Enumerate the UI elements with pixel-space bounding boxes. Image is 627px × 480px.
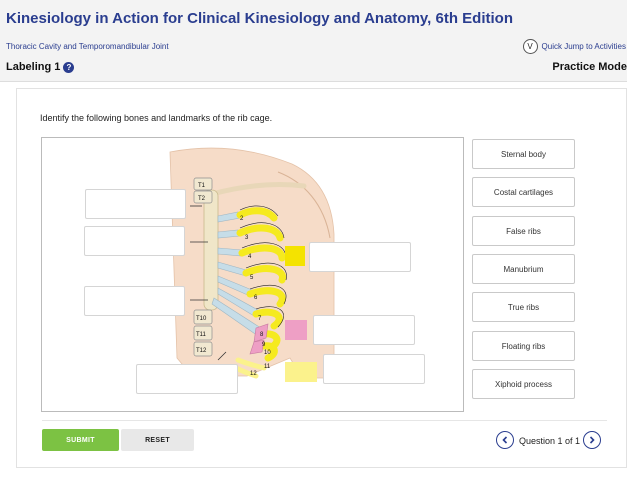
- choice-xiphoid-process[interactable]: Xiphoid process: [472, 369, 575, 399]
- rib-number: 10: [264, 350, 271, 356]
- footer-divider: [42, 420, 607, 421]
- vertebra-label-t10: T10: [196, 316, 207, 322]
- quick-jump-button[interactable]: V Quick Jump to Activities: [522, 39, 626, 54]
- section-title: Labeling 1 ?: [6, 61, 75, 73]
- vertebra-label-t11: T11: [196, 332, 207, 338]
- choice-true-ribs[interactable]: True ribs: [472, 292, 575, 322]
- keyboard-shortcut-badge: V: [522, 39, 538, 54]
- color-key-yellow: [285, 246, 305, 266]
- help-icon[interactable]: ?: [63, 61, 75, 73]
- question-counter: Question 1 of 1: [519, 436, 581, 446]
- drop-zone-5[interactable]: [309, 242, 411, 272]
- choice-false-ribs[interactable]: False ribs: [472, 216, 575, 246]
- quick-jump-label: Quick Jump to Activities: [541, 42, 626, 51]
- drop-zone-6[interactable]: [313, 315, 415, 345]
- drop-zone-3[interactable]: [84, 286, 185, 316]
- vertebra-label-t12: T12: [196, 348, 207, 354]
- color-key-pale-yellow: [285, 362, 317, 382]
- mode-label: Practice Mode: [552, 61, 627, 73]
- choice-manubrium[interactable]: Manubrium: [472, 254, 575, 284]
- color-key-pink: [285, 320, 307, 340]
- drop-zone-2[interactable]: [84, 226, 185, 256]
- choice-floating-ribs[interactable]: Floating ribs: [472, 331, 575, 361]
- choice-sternal-body[interactable]: Sternal body: [472, 139, 575, 169]
- section-title-text: Labeling 1: [6, 61, 61, 73]
- drop-zone-4[interactable]: [136, 364, 238, 394]
- rib-number: 11: [264, 364, 271, 370]
- book-title: Kinesiology in Action for Clinical Kines…: [6, 10, 513, 27]
- next-question-button[interactable]: [583, 431, 601, 449]
- vertebra-label-t1: T1: [198, 183, 206, 189]
- previous-question-button[interactable]: [496, 431, 514, 449]
- drop-zone-1[interactable]: [85, 189, 186, 219]
- reset-button[interactable]: RESET: [121, 429, 194, 451]
- drop-zone-7[interactable]: [323, 354, 425, 384]
- vertebra-label-t2: T2: [198, 196, 206, 202]
- instructions: Identify the following bones and landmar…: [40, 113, 273, 123]
- submit-button[interactable]: SUBMIT: [42, 429, 119, 451]
- sternum: [203, 189, 219, 311]
- chapter-link[interactable]: Thoracic Cavity and Temporomandibular Jo…: [6, 42, 169, 51]
- page-header: Kinesiology in Action for Clinical Kines…: [0, 0, 627, 82]
- choice-costal-cartilages[interactable]: Costal cartilages: [472, 177, 575, 207]
- chevron-left-icon: [502, 436, 508, 444]
- rib-number: 12: [250, 371, 257, 377]
- chevron-right-icon: [589, 436, 595, 444]
